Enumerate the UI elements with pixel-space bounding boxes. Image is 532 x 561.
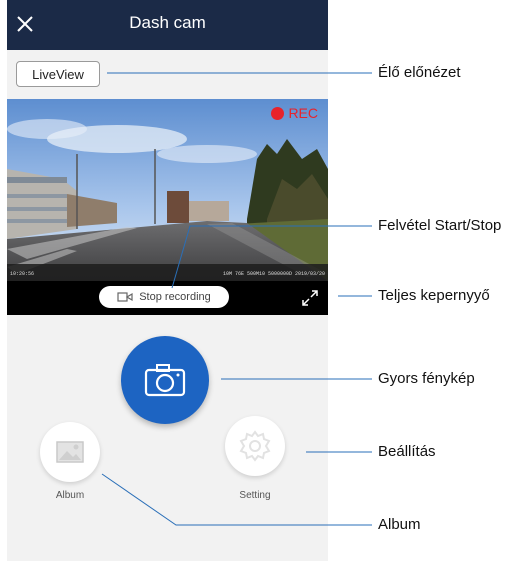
callout-lines: [101, 72, 372, 526]
annotation-settings: Beállítás: [378, 443, 436, 460]
annotation-live-preview: Élő előnézet: [378, 64, 461, 81]
annotation-record-start-stop: Felvétel Start/Stop: [378, 217, 502, 234]
annotation-quick-photo: Gyors fénykép: [378, 370, 475, 387]
callout-album: [101, 473, 372, 526]
callout-record: [171, 225, 372, 289]
annotation-album: Album: [378, 516, 421, 533]
annotation-fullscreen: Teljes kepernyyő: [378, 287, 490, 304]
